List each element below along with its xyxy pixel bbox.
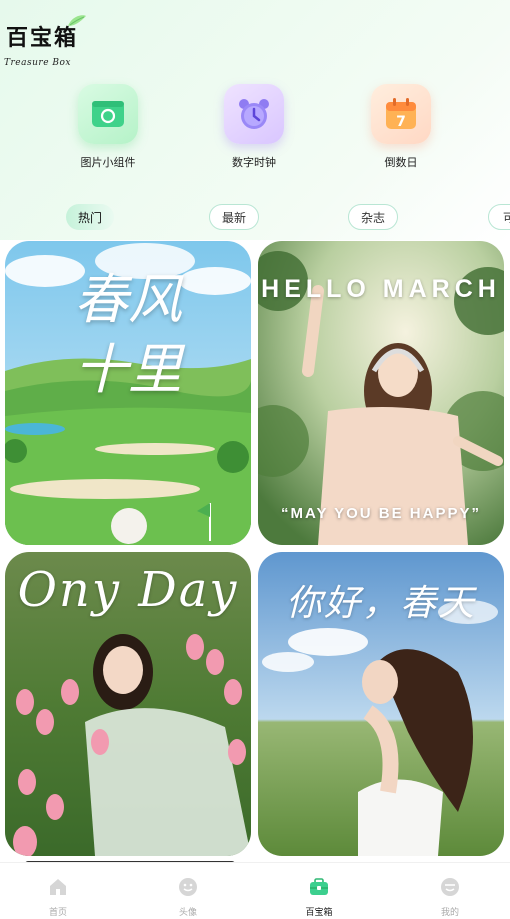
toolbox-icon [310,878,328,895]
wallpaper-card[interactable]: 春风 十里 [5,241,251,545]
card-title: 你好，春天 [285,583,476,624]
tab-profile-label: 我的 [440,908,459,918]
countdown-day-tile: 7 [371,84,431,144]
digital-clock-tile [224,84,284,144]
app-subtitle: Treasure Box [4,58,72,68]
svg-text:7: 7 [396,114,406,130]
tab-profile[interactable]: 我的 [420,877,480,918]
photo-widget-icon [92,101,124,127]
photo-widget-label: 图片小组件 [80,156,136,169]
smiley-face-icon [179,878,197,896]
card-subtitle: “MAY YOU BE HAPPY” [281,505,481,522]
wallpaper-card[interactable]: Ony Day [5,552,251,856]
tab-magazine[interactable]: 杂志 [348,204,399,230]
tab-avatar-label: 头像 [178,908,197,918]
wallpaper-card[interactable]: 你好，春天 [258,552,504,856]
wallpaper-card[interactable]: HELLO MARCH “MAY YOU BE HAPPY” [258,241,504,545]
countdown-day-label: 倒数日 [384,156,418,169]
home-icon [50,879,66,895]
tab-latest[interactable]: 最新 [209,204,260,230]
tab-hot[interactable]: 热门 [66,204,115,230]
tab-more[interactable]: 可 [488,204,510,230]
digital-clock-label: 数字时钟 [232,156,276,169]
card-title: Ony Day [17,562,239,618]
tab-treasure-box-label: 百宝箱 [305,908,333,918]
app-header: 百宝箱 Treasure Box [4,15,86,68]
tool-shortcuts: 图片小组件 数字时钟 7 倒数日 [0,84,510,184]
tab-home-label: 首页 [48,908,67,918]
alarm-clock-icon [239,99,269,129]
profile-face-icon [441,878,459,896]
tab-home[interactable]: 首页 [28,877,88,918]
digital-clock-button[interactable]: 数字时钟 [194,84,314,170]
bottom-tab-bar: 首页 头像 百宝箱 我的 [0,862,510,919]
photo-widget-tile [78,84,138,144]
photo-widget-button[interactable]: 图片小组件 [48,84,168,170]
tab-avatar[interactable]: 头像 [158,877,218,918]
card-title: HELLO MARCH [261,275,501,303]
tab-treasure-box[interactable]: 百宝箱 [289,877,349,918]
category-tabs: 热门 最新 杂志 可 [0,204,510,232]
calendar-countdown-icon: 7 [386,98,416,130]
countdown-day-button[interactable]: 7 倒数日 [341,84,461,170]
leaf-icon [68,15,86,26]
card-title: 春风 十里 [74,268,182,401]
